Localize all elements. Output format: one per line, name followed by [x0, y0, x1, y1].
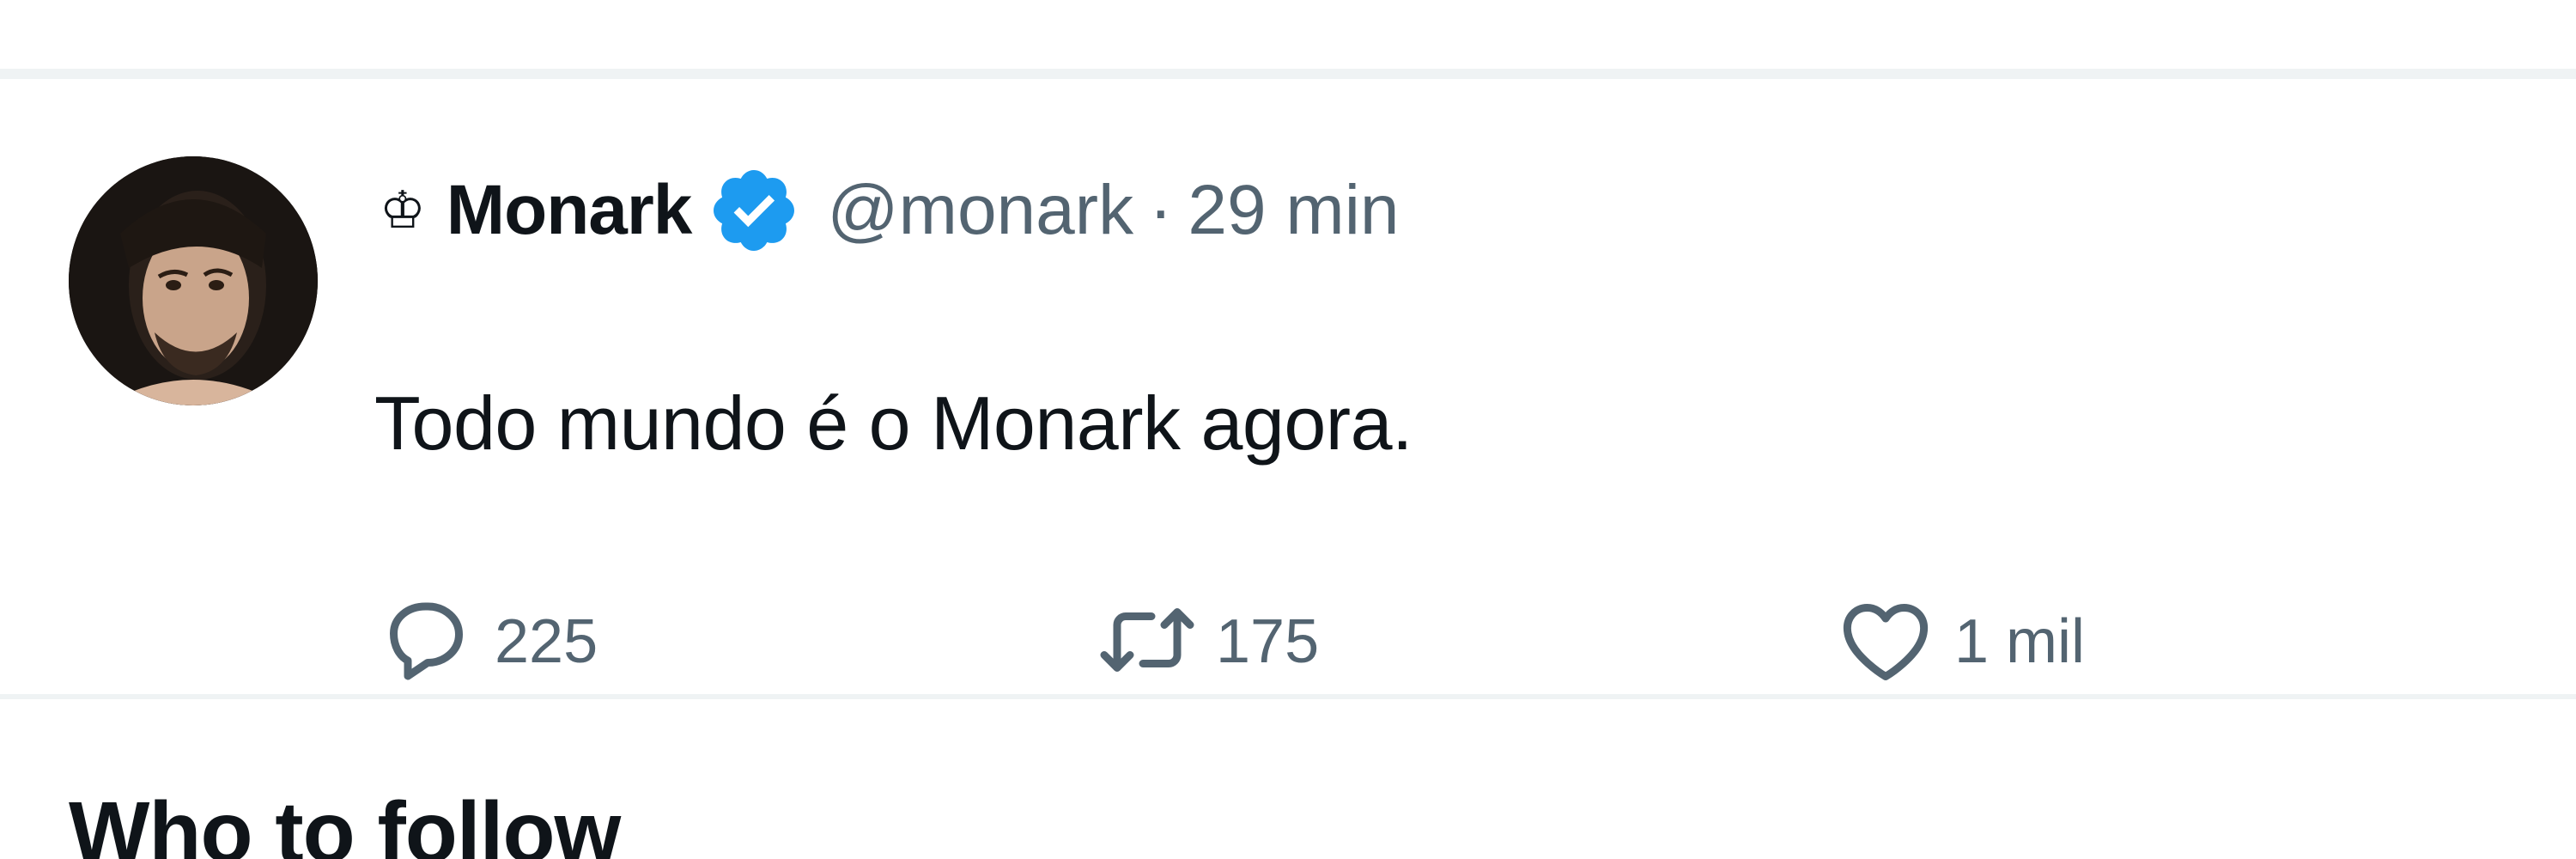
like-count: 1 mil	[1954, 607, 2086, 676]
top-divider	[0, 69, 2576, 79]
tweet-actions: 225 175 1 mil	[374, 586, 2263, 698]
heart-icon	[1834, 588, 1937, 696]
retweet-count: 175	[1216, 607, 1320, 676]
reply-button[interactable]: 225	[374, 586, 598, 698]
reply-count: 225	[495, 607, 598, 676]
avatar[interactable]	[69, 156, 318, 405]
reply-icon	[374, 588, 477, 696]
retweet-icon	[1096, 588, 1199, 696]
tweet[interactable]: ♔ Monark @monark · 29 min Todo mundo é o…	[0, 79, 2576, 694]
timestamp[interactable]: 29 min	[1188, 170, 1399, 251]
who-to-follow-heading: Who to follow	[69, 784, 621, 859]
display-name[interactable]: Monark	[447, 170, 693, 251]
tweet-text: Todo mundo é o Monark agora.	[374, 381, 1413, 466]
like-button[interactable]: 1 mil	[1834, 586, 2085, 698]
bottom-divider	[0, 694, 2576, 699]
retweet-button[interactable]: 175	[1096, 586, 1319, 698]
crown-icon: ♔	[380, 181, 426, 239]
separator: ·	[1149, 171, 1173, 249]
verified-badge-icon	[707, 163, 801, 258]
tweet-header: ♔ Monark @monark · 29 min	[380, 170, 1400, 251]
handle[interactable]: @monark	[827, 170, 1133, 251]
page: ♔ Monark @monark · 29 min Todo mundo é o…	[0, 0, 2576, 859]
